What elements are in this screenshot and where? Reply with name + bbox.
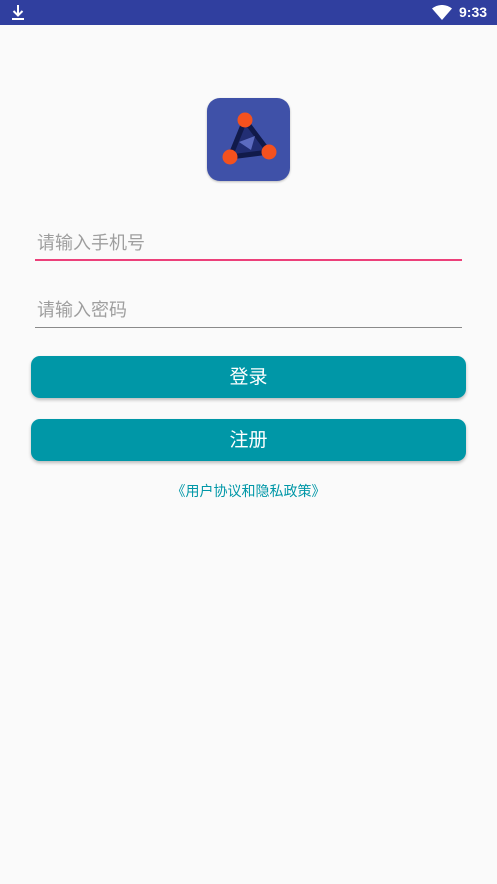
password-field-container [35,294,462,328]
app-logo-icon [222,112,277,165]
phone-field-container [35,227,462,261]
password-input-underline [35,327,462,328]
app-logo [207,98,290,181]
download-icon [12,5,24,20]
login-button[interactable]: 登录 [31,356,466,398]
status-bar: 9:33 [0,0,497,25]
user-agreement-link[interactable]: 《用户协议和隐私政策》 [0,482,497,502]
register-button[interactable]: 注册 [31,419,466,461]
status-time: 9:33 [459,4,488,20]
password-input[interactable] [35,294,462,326]
wifi-icon [432,5,452,20]
phone-input-underline [35,259,462,261]
phone-input[interactable] [35,227,462,259]
